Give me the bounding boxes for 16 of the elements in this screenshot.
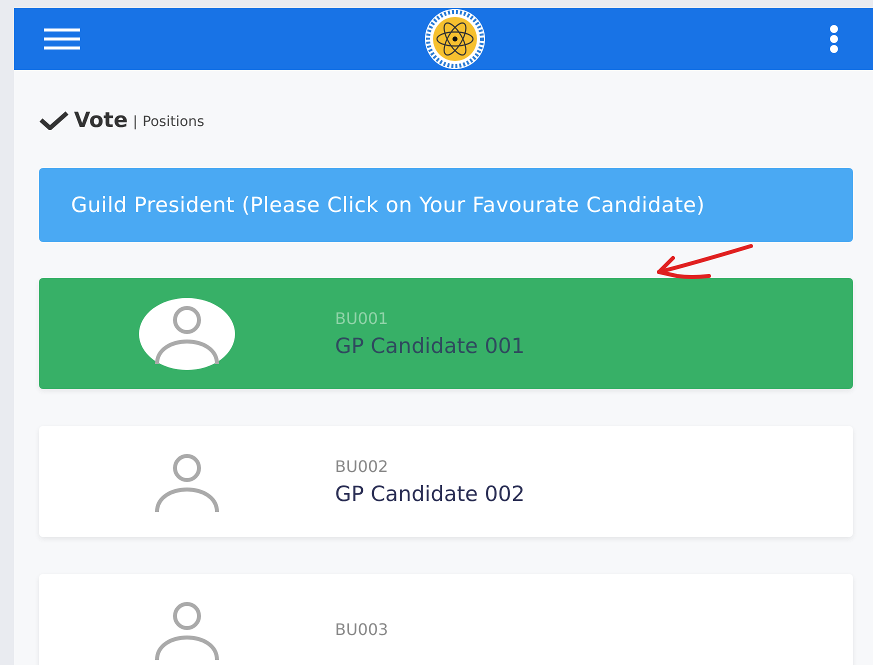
candidate-card[interactable]: BU001 GP Candidate 001 [39, 278, 853, 389]
candidate-card[interactable]: BU002 GP Candidate 002 [39, 426, 853, 537]
menu-icon [44, 27, 80, 51]
candidate-code: BU003 [335, 620, 388, 639]
more-icon [829, 25, 839, 53]
checkmark-icon [39, 110, 69, 130]
position-banner: Guild President (Please Click on Your Favourate Candidate) [39, 168, 853, 242]
breadcrumb-separator: | [132, 114, 138, 130]
avatar-icon [139, 298, 235, 370]
candidate-name: GP Candidate 002 [335, 482, 525, 506]
candidate-card[interactable]: BU003 [39, 574, 853, 665]
candidate-code: BU001 [335, 309, 390, 328]
breadcrumb-subheading: Positions [142, 114, 204, 130]
page-heading: Vote [74, 108, 128, 132]
candidate-code: BU002 [335, 457, 390, 476]
candidate-name: GP Candidate 001 [335, 334, 525, 358]
